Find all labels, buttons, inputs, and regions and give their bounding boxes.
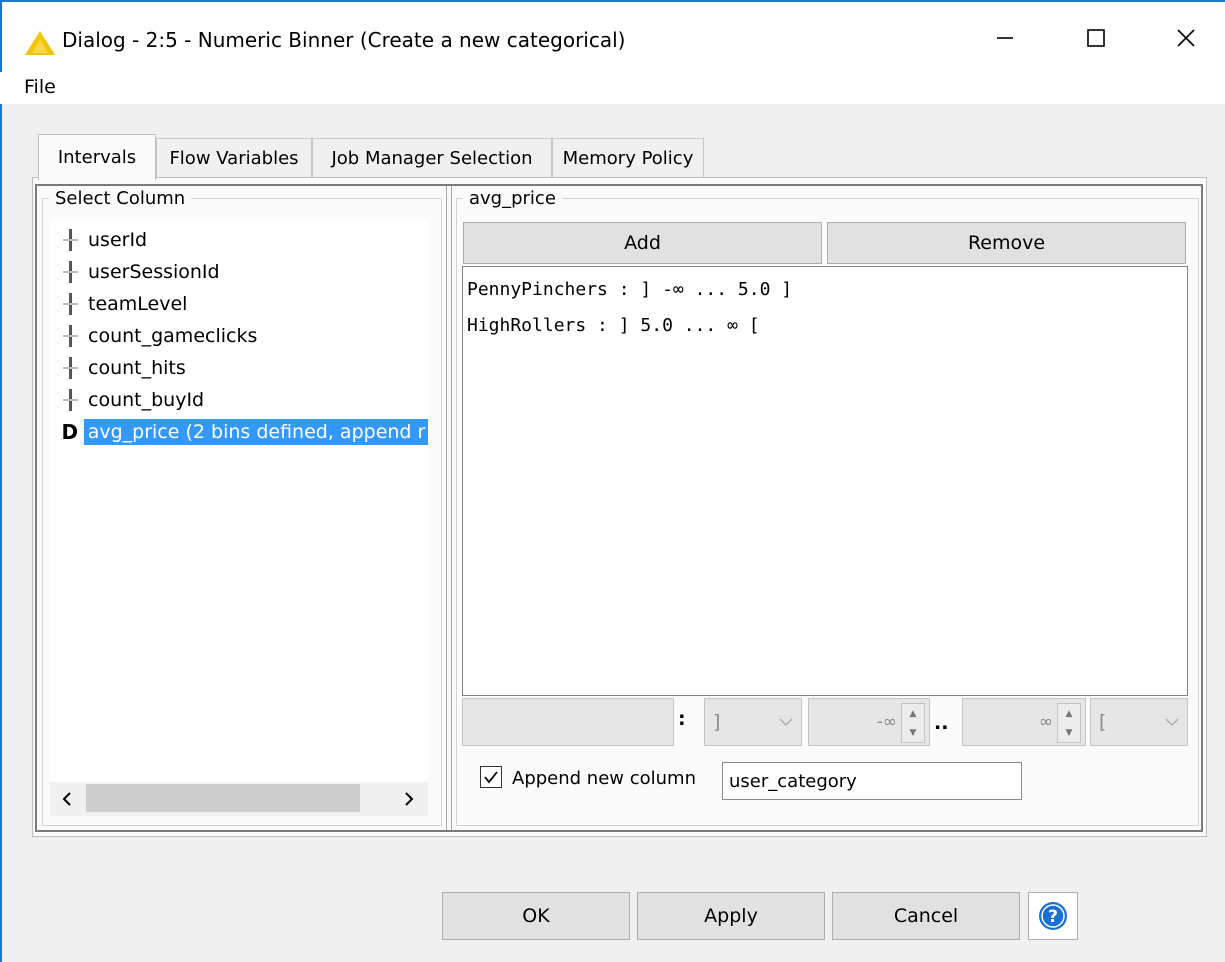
split-divider[interactable]: [446, 186, 452, 830]
right-value-spinner[interactable]: ∞ ▲ ▼: [962, 698, 1086, 746]
integer-type-icon: [56, 386, 84, 414]
column-label: count_buyId: [88, 389, 205, 411]
close-icon: [1177, 29, 1195, 47]
bin-row[interactable]: HighRollers : ] 5.0 ... ∞ [: [467, 315, 760, 336]
svg-text:?: ?: [1048, 907, 1058, 927]
list-item[interactable]: userId: [50, 224, 428, 256]
bins-group-title: avg_price: [469, 188, 556, 209]
tab-job-manager-selection[interactable]: Job Manager Selection: [312, 138, 552, 178]
list-item[interactable]: teamLevel: [50, 288, 428, 320]
range-separator: ..: [934, 712, 949, 734]
close-button[interactable]: [1156, 16, 1216, 60]
chevron-down-icon: [779, 718, 793, 726]
right-bracket-value: [: [1099, 711, 1107, 733]
integer-type-icon: [56, 290, 84, 318]
window-border-left: [0, 0, 2, 962]
left-bracket-select[interactable]: ]: [704, 698, 802, 746]
list-item[interactable]: userSessionId: [50, 256, 428, 288]
column-label: count_hits: [88, 357, 186, 379]
integer-type-icon: [56, 322, 84, 350]
list-item[interactable]: count_gameclicks: [50, 320, 428, 352]
scroll-left-arrow-icon[interactable]: [56, 788, 78, 810]
integer-type-icon: [56, 258, 84, 286]
integer-type-icon: [56, 226, 84, 254]
help-icon: ?: [1039, 902, 1067, 930]
add-button[interactable]: Add: [463, 222, 822, 264]
left-bracket-value: ]: [713, 711, 721, 733]
left-value-spinner[interactable]: -∞ ▲ ▼: [808, 698, 930, 746]
apply-button[interactable]: Apply: [637, 892, 825, 940]
spinner-arrows-icon[interactable]: ▲ ▼: [901, 703, 925, 743]
tab-memory-policy[interactable]: Memory Policy: [552, 138, 704, 178]
integer-type-icon: [56, 354, 84, 382]
warning-icon: [24, 30, 56, 56]
window-border-top: [0, 0, 1225, 2]
column-label: userId: [88, 229, 148, 251]
colon-separator: :: [678, 708, 686, 730]
select-column-title: Select Column: [55, 188, 186, 209]
column-label: userSessionId: [88, 261, 220, 283]
append-new-column-label[interactable]: Append new column: [512, 768, 696, 789]
cancel-button[interactable]: Cancel: [832, 892, 1020, 940]
new-column-name-input[interactable]: [722, 762, 1022, 800]
maximize-button[interactable]: [1066, 16, 1126, 60]
list-item[interactable]: count_buyId: [50, 384, 428, 416]
remove-button[interactable]: Remove: [827, 222, 1186, 264]
checkmark-icon: [484, 771, 498, 784]
scroll-right-arrow-icon[interactable]: [398, 788, 420, 810]
minimize-button[interactable]: [975, 16, 1035, 60]
chevron-down-icon: [1165, 718, 1179, 726]
right-value: ∞: [1038, 712, 1053, 732]
tab-intervals[interactable]: Intervals: [38, 134, 156, 180]
column-label: teamLevel: [88, 293, 188, 315]
maximize-icon: [1087, 29, 1105, 47]
list-item-selected[interactable]: D avg_price (2 bins defined, append r: [50, 416, 428, 448]
double-type-icon: D: [61, 420, 79, 444]
menu-bar: [0, 72, 1225, 104]
window-title: Dialog - 2:5 - Numeric Binner (Create a …: [62, 28, 626, 52]
help-button[interactable]: ?: [1028, 892, 1078, 940]
column-label: avg_price (2 bins defined, append r: [83, 419, 428, 445]
minimize-icon: [997, 37, 1013, 39]
bin-name-field[interactable]: [462, 698, 674, 746]
spinner-arrows-icon[interactable]: ▲ ▼: [1057, 703, 1081, 743]
menu-file[interactable]: File: [24, 76, 56, 98]
scrollbar-thumb[interactable]: [86, 784, 360, 812]
ok-button[interactable]: OK: [442, 892, 630, 940]
tab-flow-variables[interactable]: Flow Variables: [156, 138, 312, 178]
bins-list[interactable]: PennyPinchers : ] -∞ ... 5.0 ] HighRolle…: [462, 266, 1188, 696]
left-value: -∞: [876, 712, 897, 732]
list-item[interactable]: count_hits: [50, 352, 428, 384]
right-bracket-select[interactable]: [: [1090, 698, 1188, 746]
column-list[interactable]: userId userSessionId teamLevel count_gam…: [50, 220, 428, 782]
bin-row[interactable]: PennyPinchers : ] -∞ ... 5.0 ]: [467, 279, 792, 300]
column-label: count_gameclicks: [88, 325, 258, 347]
append-new-column-checkbox[interactable]: [480, 766, 502, 788]
